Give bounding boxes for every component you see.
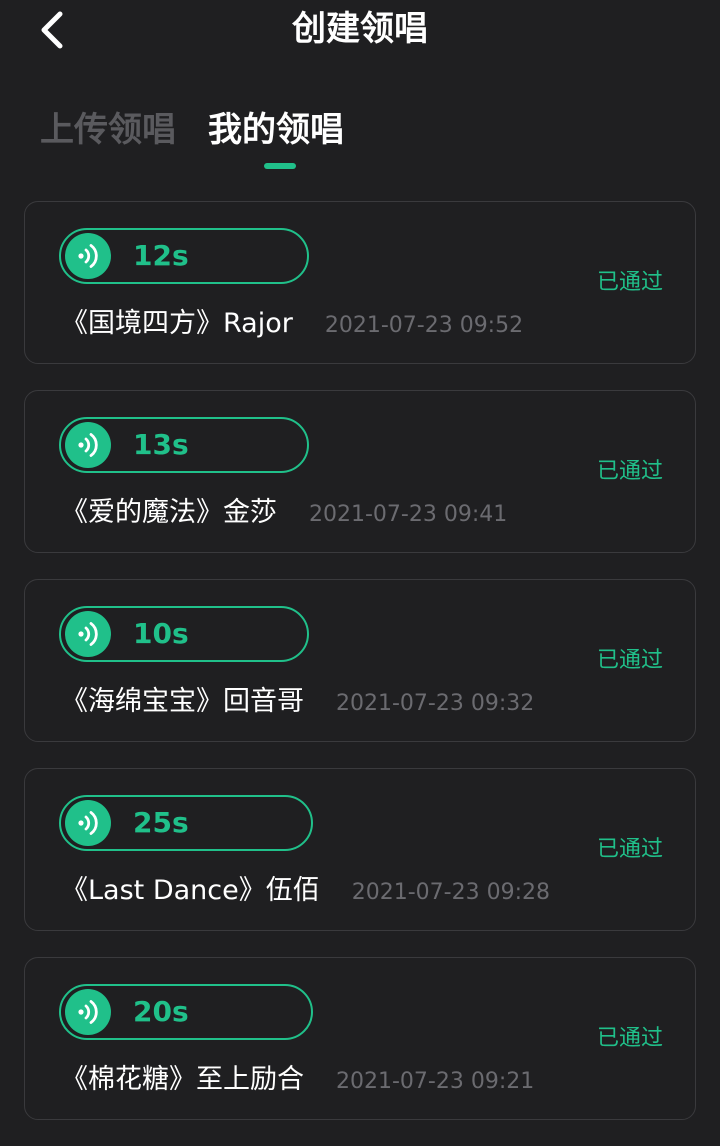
song-info: 《海绵宝宝》回音哥 2021-07-23 09:32 [61, 682, 534, 724]
list-item[interactable]: 20s 《棉花糖》至上励合 2021-07-23 09:21 已通过 [24, 957, 696, 1120]
audio-duration: 12s [133, 239, 189, 272]
timestamp: 2021-07-23 09:32 [336, 691, 535, 716]
song-title: 《国境四方》Rajor [61, 308, 293, 339]
status-badge: 已通过 [596, 837, 663, 862]
list-item[interactable]: 10s 《海绵宝宝》回音哥 2021-07-23 09:32 已通过 [24, 579, 696, 742]
tab-my-lead[interactable]: 我的领唱 [208, 105, 344, 155]
timestamp: 2021-07-23 09:21 [336, 1069, 535, 1094]
sound-wave-icon [65, 611, 111, 657]
audio-player[interactable]: 13s [59, 417, 309, 473]
song-info: 《国境四方》Rajor 2021-07-23 09:52 [61, 304, 523, 346]
audio-player[interactable]: 20s [59, 984, 313, 1040]
status-badge: 已通过 [596, 459, 663, 484]
tab-upload-lead[interactable]: 上传领唱 [40, 105, 176, 155]
status-badge: 已通过 [596, 270, 663, 295]
list-item[interactable]: 25s 《Last Dance》伍佰 2021-07-23 09:28 已通过 [24, 768, 696, 931]
audio-duration: 13s [133, 428, 189, 461]
song-info: 《Last Dance》伍佰 2021-07-23 09:28 [61, 871, 550, 913]
audio-duration: 25s [133, 806, 189, 839]
tab-bar: 上传领唱 我的领唱 [0, 105, 720, 175]
audio-player[interactable]: 10s [59, 606, 309, 662]
sound-wave-icon [65, 989, 111, 1035]
audio-duration: 10s [133, 617, 189, 650]
audio-duration: 20s [133, 995, 189, 1028]
header: 创建领唱 [0, 0, 720, 60]
song-info: 《棉花糖》至上励合 2021-07-23 09:21 [61, 1060, 534, 1102]
timestamp: 2021-07-23 09:41 [309, 502, 508, 527]
list-item[interactable]: 12s 《国境四方》Rajor 2021-07-23 09:52 已通过 [24, 201, 696, 364]
status-badge: 已通过 [596, 1026, 663, 1051]
song-info: 《爱的魔法》金莎 2021-07-23 09:41 [61, 493, 507, 535]
active-tab-indicator [264, 163, 296, 169]
sound-wave-icon [65, 233, 111, 279]
lead-vocal-list: 12s 《国境四方》Rajor 2021-07-23 09:52 已通过 13s … [24, 201, 696, 1146]
timestamp: 2021-07-23 09:28 [351, 880, 550, 905]
timestamp: 2021-07-23 09:52 [324, 313, 524, 338]
audio-player[interactable]: 12s [59, 228, 309, 284]
page-title: 创建领唱 [292, 9, 428, 49]
list-item[interactable]: 13s 《爱的魔法》金莎 2021-07-23 09:41 已通过 [24, 390, 696, 553]
song-title: 《Last Dance》伍佰 [61, 875, 320, 906]
song-title: 《海绵宝宝》回音哥 [61, 686, 304, 717]
audio-player[interactable]: 25s [59, 795, 313, 851]
sound-wave-icon [65, 800, 111, 846]
status-badge: 已通过 [596, 648, 663, 673]
song-title: 《爱的魔法》金莎 [61, 497, 277, 528]
song-title: 《棉花糖》至上励合 [61, 1064, 304, 1095]
sound-wave-icon [65, 422, 111, 468]
